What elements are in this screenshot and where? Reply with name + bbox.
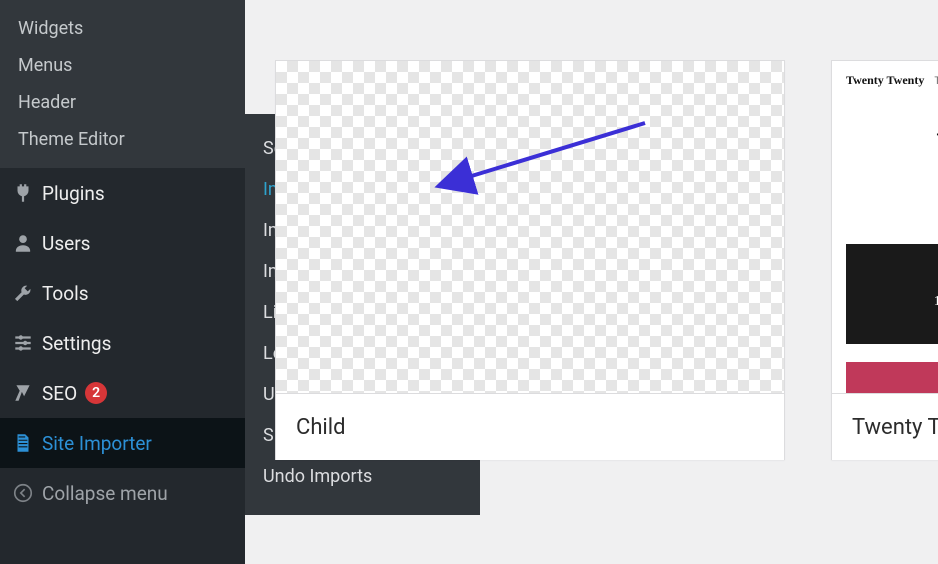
subnav-menus[interactable]: Menus <box>0 47 245 84</box>
nav-users[interactable]: Users <box>0 218 245 268</box>
plug-icon <box>12 182 42 204</box>
nav-label: Site Importer <box>42 432 152 455</box>
theme-card-twentytwenty[interactable]: Twenty Twenty The Defaul W M AC 123 Stor… <box>831 60 938 460</box>
theme-name: Child <box>296 415 346 440</box>
nav-label: Collapse menu <box>42 482 168 505</box>
theme-thumbnail-twentytwenty: Twenty Twenty The Defaul W M AC 123 Stor… <box>832 61 938 394</box>
themes-content: Child Twenty Twenty The Defaul W M AC 12… <box>245 0 938 564</box>
document-icon <box>12 432 42 454</box>
theme-name: Twenty T <box>852 415 938 440</box>
nav-site-importer[interactable]: Site Importer <box>0 418 245 468</box>
twenty-tagline: The Defaul <box>934 76 938 87</box>
seo-count-badge: 2 <box>85 382 107 404</box>
collapse-icon <box>12 482 42 504</box>
theme-card-title: Twenty T <box>832 394 938 460</box>
nav-label: Users <box>42 232 90 255</box>
theme-thumbnail-transparent <box>276 61 784 394</box>
subnav-theme-editor[interactable]: Theme Editor <box>0 121 245 158</box>
nav-label: Settings <box>42 332 111 355</box>
theme-card-child[interactable]: Child <box>275 60 785 460</box>
nav-plugins[interactable]: Plugins <box>0 168 245 218</box>
yoast-icon <box>12 382 42 404</box>
nav-tools[interactable]: Tools <box>0 268 245 318</box>
subnav-header[interactable]: Header <box>0 84 245 121</box>
nav-collapse[interactable]: Collapse menu <box>0 468 245 518</box>
nav-seo[interactable]: SEO 2 <box>0 368 245 418</box>
sliders-icon <box>12 332 42 354</box>
twenty-hero: W M <box>846 124 938 224</box>
appearance-submenu: Widgets Menus Header Theme Editor <box>0 0 245 168</box>
admin-sidebar: Widgets Menus Header Theme Editor Plugin… <box>0 0 245 564</box>
wrench-icon <box>12 282 42 304</box>
nav-settings[interactable]: Settings <box>0 318 245 368</box>
twenty-button-bar <box>846 362 938 394</box>
nav-label: Plugins <box>42 182 105 205</box>
user-icon <box>12 232 42 254</box>
twenty-banner: AC 123 Storg <box>846 244 938 344</box>
twenty-brand: Twenty Twenty <box>846 73 924 88</box>
subnav-widgets[interactable]: Widgets <box>0 10 245 47</box>
nav-label: Tools <box>42 282 89 305</box>
nav-label: SEO <box>42 382 77 405</box>
theme-card-title: Child <box>276 394 784 460</box>
